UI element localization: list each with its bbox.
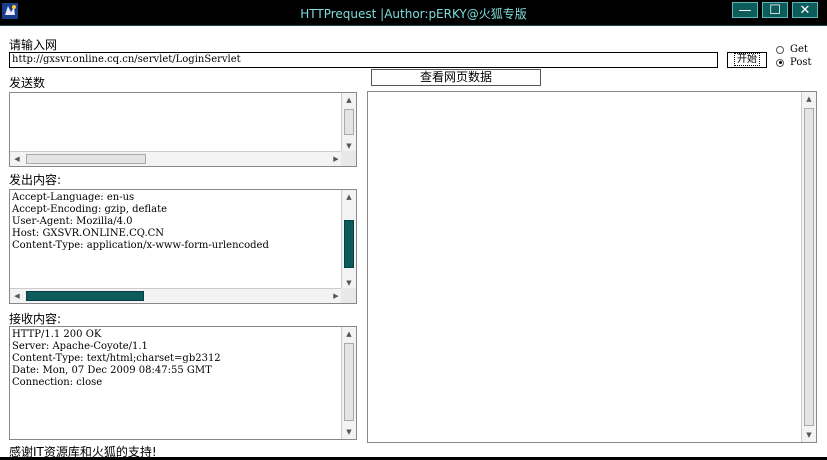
sent-content-vscroll[interactable]: ▲ ▼	[341, 190, 356, 290]
received-content-vscroll[interactable]: ▲ ▼	[341, 327, 356, 439]
scroll-up-icon[interactable]: ▲	[342, 93, 356, 107]
send-data-hthumb[interactable]	[26, 154, 146, 164]
send-data-textarea[interactable]: ▲ ▼ ◀ ▶	[9, 92, 357, 167]
radio-get-dot[interactable]	[776, 45, 784, 54]
maximize-button[interactable]: ☐	[762, 2, 788, 18]
start-button-label: 开始	[734, 53, 760, 66]
radio-post[interactable]: Post	[776, 57, 812, 68]
close-icon: ✕	[799, 3, 811, 18]
title-bar[interactable]: HTTPrequest |Author:pERKY@火狐专版 — ☐ ✕	[0, 0, 827, 26]
sent-content-label: 发出内容:	[9, 173, 62, 187]
main-window: HTTPrequest |Author:pERKY@火狐专版 — ☐ ✕ 请输入…	[0, 0, 827, 459]
minimize-button[interactable]: —	[732, 2, 758, 18]
received-content-text: HTTP/1.1 200 OK Server: Apache-Coyote/1.…	[12, 329, 221, 388]
scroll-down-icon[interactable]: ▼	[342, 425, 356, 439]
view-page-data-button[interactable]: 查看网页数据	[371, 69, 541, 86]
radio-post-dot[interactable]	[776, 58, 784, 67]
web-data-panel[interactable]: ▲ ▼	[367, 91, 817, 443]
window-title: HTTPrequest |Author:pERKY@火狐专版	[300, 7, 527, 21]
sent-content-vthumb[interactable]	[344, 220, 354, 268]
scroll-left-icon[interactable]: ◀	[10, 289, 24, 303]
send-data-label: 发送数	[9, 76, 46, 90]
url-input[interactable]: http://gxsvr.online.cq.cn/servlet/LoginS…	[9, 52, 718, 68]
send-data-vscroll[interactable]: ▲ ▼	[341, 93, 356, 153]
start-button[interactable]: 开始	[727, 52, 767, 68]
maximize-icon: ☐	[769, 3, 781, 18]
scroll-left-icon[interactable]: ◀	[10, 152, 24, 166]
scroll-up-icon[interactable]: ▲	[802, 92, 816, 106]
radio-get-label: Get	[790, 44, 808, 55]
radio-post-label: Post	[790, 57, 812, 68]
scroll-down-icon[interactable]: ▼	[802, 428, 816, 442]
received-content-textarea[interactable]: HTTP/1.1 200 OK Server: Apache-Coyote/1.…	[9, 326, 357, 440]
scroll-up-icon[interactable]: ▲	[342, 190, 356, 204]
web-data-vthumb[interactable]	[804, 108, 814, 426]
received-content-vthumb[interactable]	[344, 343, 354, 421]
received-content-label: 接收内容:	[9, 312, 62, 326]
url-label: 请输入网	[9, 38, 58, 52]
minimize-icon: —	[738, 3, 752, 18]
sent-content-text: Accept-Language: en-us Accept-Encoding: …	[12, 192, 269, 251]
close-button[interactable]: ✕	[792, 2, 818, 18]
scroll-up-icon[interactable]: ▲	[342, 327, 356, 341]
sent-content-textarea[interactable]: Accept-Language: en-us Accept-Encoding: …	[9, 189, 357, 304]
send-data-hscroll[interactable]: ◀ ▶	[10, 151, 343, 166]
web-data-vscroll[interactable]: ▲ ▼	[801, 92, 816, 442]
status-text: 感谢IT资源库和火狐的支持!	[9, 445, 157, 459]
scroll-corner	[341, 151, 356, 166]
scroll-corner	[341, 288, 356, 303]
radio-get[interactable]: Get	[776, 44, 808, 55]
client-area: 请输入网 http://gxsvr.online.cq.cn/servlet/L…	[0, 26, 827, 459]
sent-content-hscroll[interactable]: ◀ ▶	[10, 288, 343, 303]
sent-content-hthumb[interactable]	[26, 291, 144, 301]
send-data-vthumb[interactable]	[344, 109, 354, 135]
